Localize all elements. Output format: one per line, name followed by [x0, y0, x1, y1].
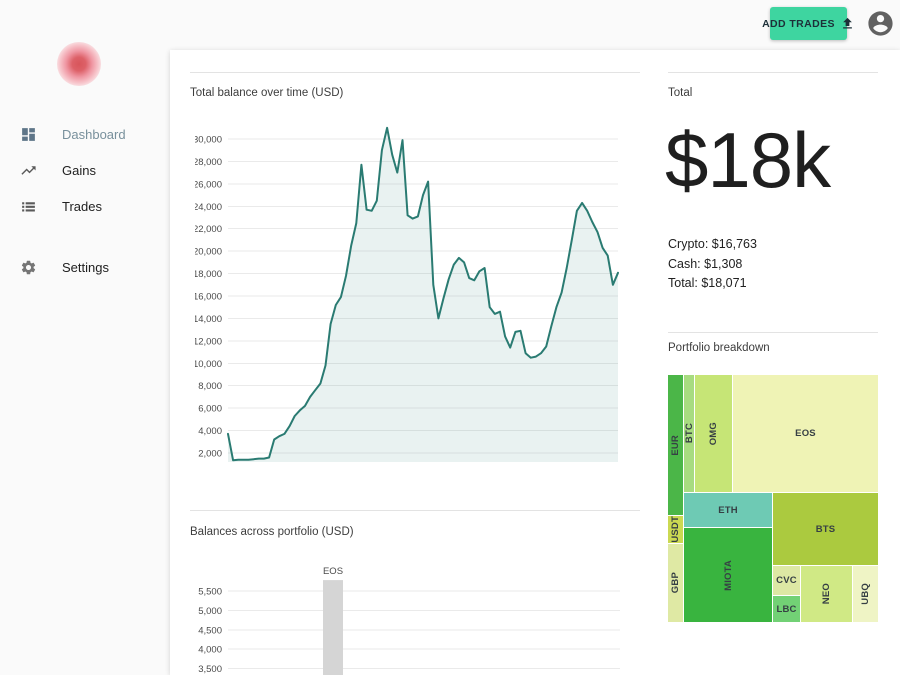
app-logo: [57, 42, 101, 86]
treemap-cell-label: EOS: [795, 428, 816, 439]
total-section-title: Total: [668, 87, 693, 99]
dashboard-icon: [22, 127, 35, 141]
treemap-cell-label: LBC: [776, 603, 797, 615]
balances-chart-title: Balances across portfolio (USD): [190, 526, 354, 538]
total-summary: Crypto: $16,763 Cash: $1,308 Total: $18,…: [668, 235, 757, 294]
sidebar-item-gains[interactable]: Gains: [0, 156, 170, 184]
sidebar-item-label: Settings: [62, 259, 109, 275]
y-tick-label: 4,000: [198, 645, 222, 656]
treemap-cell-label: ETH: [718, 504, 738, 516]
add-trades-button[interactable]: ADD TRADES: [762, 7, 852, 40]
sidebar-item-trades[interactable]: Trades: [0, 192, 170, 220]
y-tick-label: 6,000: [198, 404, 222, 415]
treemap-cell-bts[interactable]: BTS: [773, 493, 878, 565]
crypto-total-line: Crypto: $16,763: [668, 237, 757, 251]
account-circle-icon[interactable]: [866, 9, 895, 38]
y-tick-label: 8,000: [198, 381, 222, 392]
treemap-cell-label: UBQ: [860, 583, 871, 605]
sidebar-item-dashboard[interactable]: Dashboard: [0, 120, 170, 148]
upload-icon: [840, 16, 855, 31]
divider: [190, 72, 640, 73]
treemap-cell-label: MIOTA: [722, 559, 734, 591]
add-trades-label: ADD TRADES: [762, 17, 835, 30]
balances-bar-chart: 5,500 5,000 4,500 4,000 3,500 EOS: [198, 566, 620, 675]
treemap-cell-cvc[interactable]: CVC: [773, 566, 800, 595]
treemap-cell-label: BTC: [684, 423, 694, 444]
y-tick-label: 20,000: [195, 247, 222, 258]
treemap-cell-omg[interactable]: OMG: [695, 375, 732, 492]
y-tick-label: 18,000: [195, 269, 222, 280]
gear-icon: [21, 260, 36, 274]
y-tick-label: 22,000: [195, 224, 222, 235]
treemap-cell-label: CVC: [776, 575, 797, 586]
app-root: ADD TRADES Dashboard Gains Trades Settin…: [0, 0, 900, 675]
portfolio-treemap: EUR USDT GBP BTC OMG EOS ETH MIOTA BTS CVC LBC NEO U…: [668, 375, 878, 622]
y-tick-label: 5,500: [198, 587, 222, 598]
treemap-cell-label: USDT: [670, 516, 681, 543]
trending-up-icon: [21, 165, 36, 175]
y-tick-label: 30,000: [195, 135, 222, 146]
y-tick-label: 16,000: [195, 292, 222, 303]
sidebar-item-label: Dashboard: [62, 126, 126, 142]
treemap-cell-label: BTS: [815, 523, 836, 535]
y-tick-label: 4,500: [198, 625, 222, 636]
treemap-cell-label: NEO: [821, 583, 832, 605]
list-icon: [22, 201, 35, 211]
total-headline: $18k: [665, 116, 831, 204]
balance-area-chart: 2,000 4,000 6,000 8,000 10,000 12,000 14,000 16…: [195, 126, 619, 463]
y-tick-label: 5,000: [198, 606, 222, 617]
treemap-cell-eur[interactable]: EUR: [668, 375, 683, 515]
divider: [190, 510, 640, 511]
sidebar-item-label: Gains: [62, 162, 96, 178]
grand-total-line: Total: $18,071: [668, 276, 747, 290]
treemap-cell-label: GBP: [670, 572, 681, 594]
divider: [668, 332, 878, 333]
divider: [668, 72, 878, 73]
y-tick-label: 24,000: [195, 202, 222, 213]
y-tick-label: 4,000: [198, 426, 222, 437]
bar-eos[interactable]: [323, 580, 343, 675]
y-tick-label: 28,000: [195, 157, 222, 168]
treemap-cell-usdt[interactable]: USDT: [668, 516, 683, 543]
portfolio-section-title: Portfolio breakdown: [668, 342, 770, 354]
bar-label: EOS: [323, 566, 343, 577]
treemap-cell-neo[interactable]: NEO: [801, 566, 852, 622]
cash-total-line: Cash: $1,308: [668, 256, 743, 271]
balance-chart-title: Total balance over time (USD): [190, 87, 344, 99]
sidebar-item-settings[interactable]: Settings: [0, 253, 170, 281]
treemap-cell-miota[interactable]: MIOTA: [684, 528, 772, 622]
y-tick-label: 2,000: [198, 449, 222, 460]
y-tick-label: 3,500: [198, 664, 222, 675]
y-tick-label: 26,000: [195, 179, 222, 190]
treemap-cell-lbc[interactable]: LBC: [773, 596, 800, 622]
treemap-cell-gbp[interactable]: GBP: [668, 544, 683, 622]
y-tick-label: 14,000: [195, 314, 222, 325]
treemap-cell-eth[interactable]: ETH: [684, 493, 772, 527]
treemap-cell-label: EUR: [670, 434, 681, 456]
y-tick-label: 10,000: [195, 359, 222, 370]
treemap-cell-label: OMG: [708, 421, 719, 446]
y-tick-label: 12,000: [195, 336, 222, 347]
area-fill: [228, 127, 618, 463]
treemap-cell-ubq[interactable]: UBQ: [853, 566, 878, 622]
treemap-cell-btc[interactable]: BTC: [684, 375, 694, 492]
treemap-cell-eos[interactable]: EOS: [733, 375, 878, 492]
sidebar-item-label: Trades: [62, 198, 102, 214]
